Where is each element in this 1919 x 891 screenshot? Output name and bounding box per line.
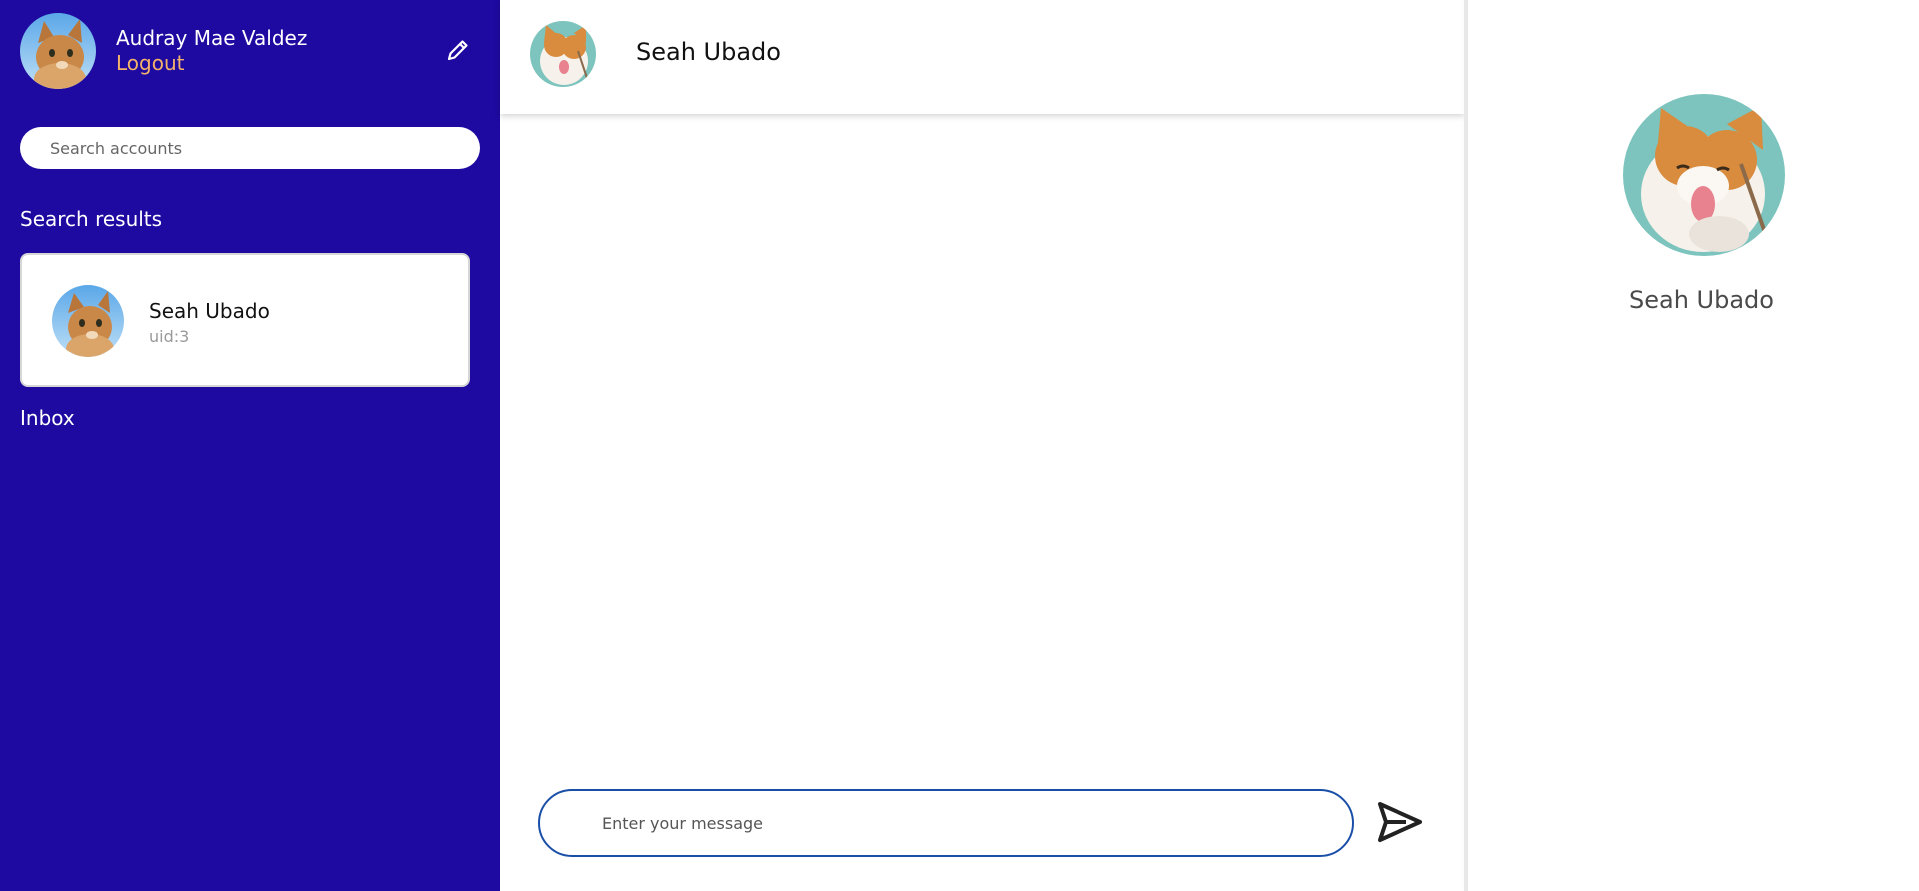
sidebar: Audray Mae Valdez Logout Search results [0,0,500,891]
user-avatar[interactable] [20,13,96,89]
logout-link[interactable]: Logout [116,51,184,75]
message-input[interactable] [538,789,1354,857]
inbox-title: Inbox [20,406,75,430]
messenger-app: Audray Mae Valdez Logout Search results [0,0,1919,891]
result-uid: uid:3 [149,327,190,346]
contact-profile-name: Seah Ubado [1629,286,1774,314]
result-avatar [52,285,124,357]
send-icon[interactable] [1376,800,1424,844]
search-results-title: Search results [20,207,163,231]
contact-profile-avatar [1623,94,1785,256]
pencil-icon[interactable] [444,36,472,64]
contact-details-panel: Seah Ubado [1468,0,1919,891]
search-result-item[interactable]: Seah Ubado uid:3 [20,253,470,387]
chat-header: Seah Ubado [500,0,1464,114]
user-name: Audray Mae Valdez [116,26,308,50]
search-accounts-input[interactable] [20,127,480,169]
contact-avatar[interactable] [530,21,596,87]
chat-contact-name: Seah Ubado [636,38,781,66]
result-name: Seah Ubado [149,299,270,323]
